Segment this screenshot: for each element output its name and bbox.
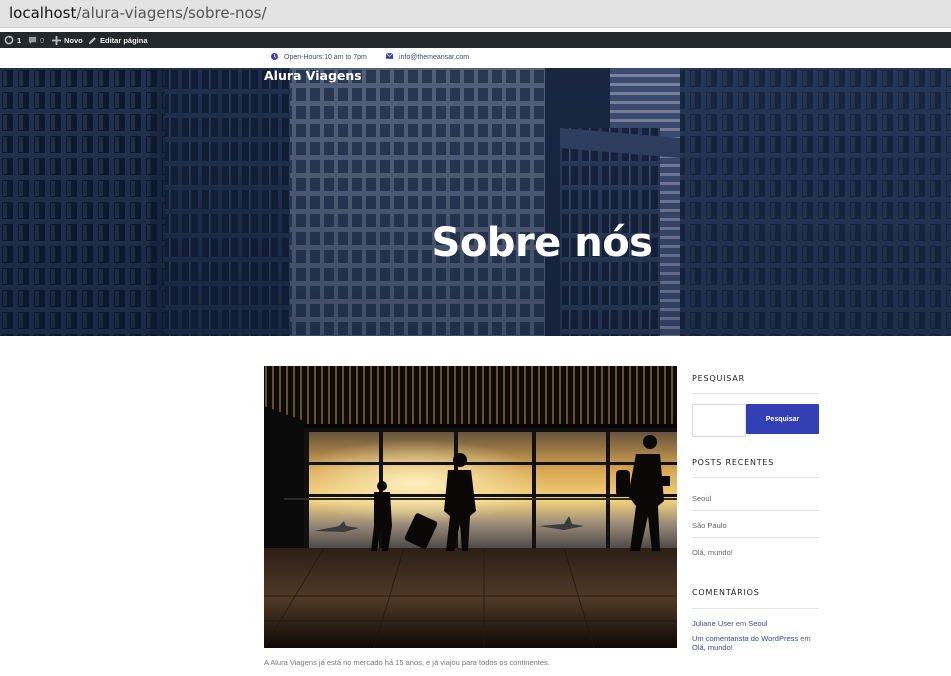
url-host: localhost — [9, 4, 77, 22]
comment-post-link[interactable]: Olá, mundo! — [692, 643, 733, 652]
updates-item[interactable]: 1 — [4, 32, 21, 48]
pencil-icon — [88, 36, 97, 45]
contact-email-text: info@themeansar.com — [399, 53, 470, 61]
browser-address-bar[interactable]: localhost/alura-viagens/sobre-nos/ — [0, 0, 951, 28]
recent-comment: Juliane User em Seoul — [692, 619, 819, 628]
updates-count: 1 — [17, 35, 22, 45]
new-content-item[interactable]: Novo — [52, 32, 83, 48]
opening-hours-text: Open-Hours:10 am to 7pm — [284, 54, 367, 61]
plus-icon — [52, 35, 61, 45]
envelope-icon — [385, 52, 399, 61]
site-title[interactable]: Alura Viagens — [264, 68, 362, 83]
divider — [692, 477, 819, 478]
new-label: Novo — [64, 35, 83, 45]
url-text[interactable]: localhost/alura-viagens/sobre-nos/ — [9, 4, 267, 22]
comments-count: 0 — [40, 35, 45, 45]
search-widget-title: PESQUISAR — [692, 374, 745, 383]
divider — [692, 608, 819, 609]
comments-widget-title: COMENTÁRIOS — [692, 588, 760, 597]
comment-separator: em — [800, 634, 811, 643]
page-title: Sobre nós — [431, 220, 653, 266]
comment-bubble-icon — [28, 36, 37, 45]
clock-icon — [271, 53, 284, 62]
comment-post-link[interactable]: Seoul — [748, 619, 767, 628]
recent-posts-title: POSTS RECENTES — [692, 458, 775, 467]
wp-admin-bar: 1 0 Novo Editar página — [0, 32, 951, 48]
divider — [692, 537, 819, 538]
recent-post-link[interactable]: Olá, mundo! — [692, 548, 733, 557]
airport-photo — [264, 366, 677, 648]
contact-email[interactable]: info@themeansar.com — [385, 52, 470, 61]
comments-item[interactable]: 0 — [28, 32, 44, 48]
search-input[interactable] — [692, 404, 746, 437]
opening-hours: Open-Hours:10 am to 7pm — [271, 53, 367, 62]
comment-author[interactable]: Um comentarista do WordPress — [692, 634, 798, 643]
divider — [692, 393, 819, 394]
updates-icon — [4, 35, 14, 45]
top-info-bar: Open-Hours:10 am to 7pm info@themeansar.… — [0, 48, 951, 68]
edit-page-item[interactable]: Editar página — [88, 32, 148, 48]
recent-post-link[interactable]: Seoul — [692, 494, 711, 503]
url-path: /alura-viagens/sobre-nos/ — [76, 4, 267, 22]
divider — [692, 510, 819, 511]
search-button[interactable]: Pesquisar — [746, 404, 819, 434]
comment-author[interactable]: Juliane User — [692, 619, 734, 628]
hero-background-image — [0, 68, 951, 336]
recent-post-link[interactable]: São Paulo — [692, 521, 727, 530]
recent-comment: Um comentarista do WordPress em Olá, mun… — [692, 634, 819, 652]
image-caption: A Alura Viagens já está no mercado há 15… — [264, 658, 550, 667]
hero-banner: Alura Viagens Sobre nós — [0, 68, 951, 336]
comment-separator: em — [735, 619, 747, 628]
featured-image — [264, 366, 677, 648]
edit-page-label: Editar página — [100, 35, 148, 45]
